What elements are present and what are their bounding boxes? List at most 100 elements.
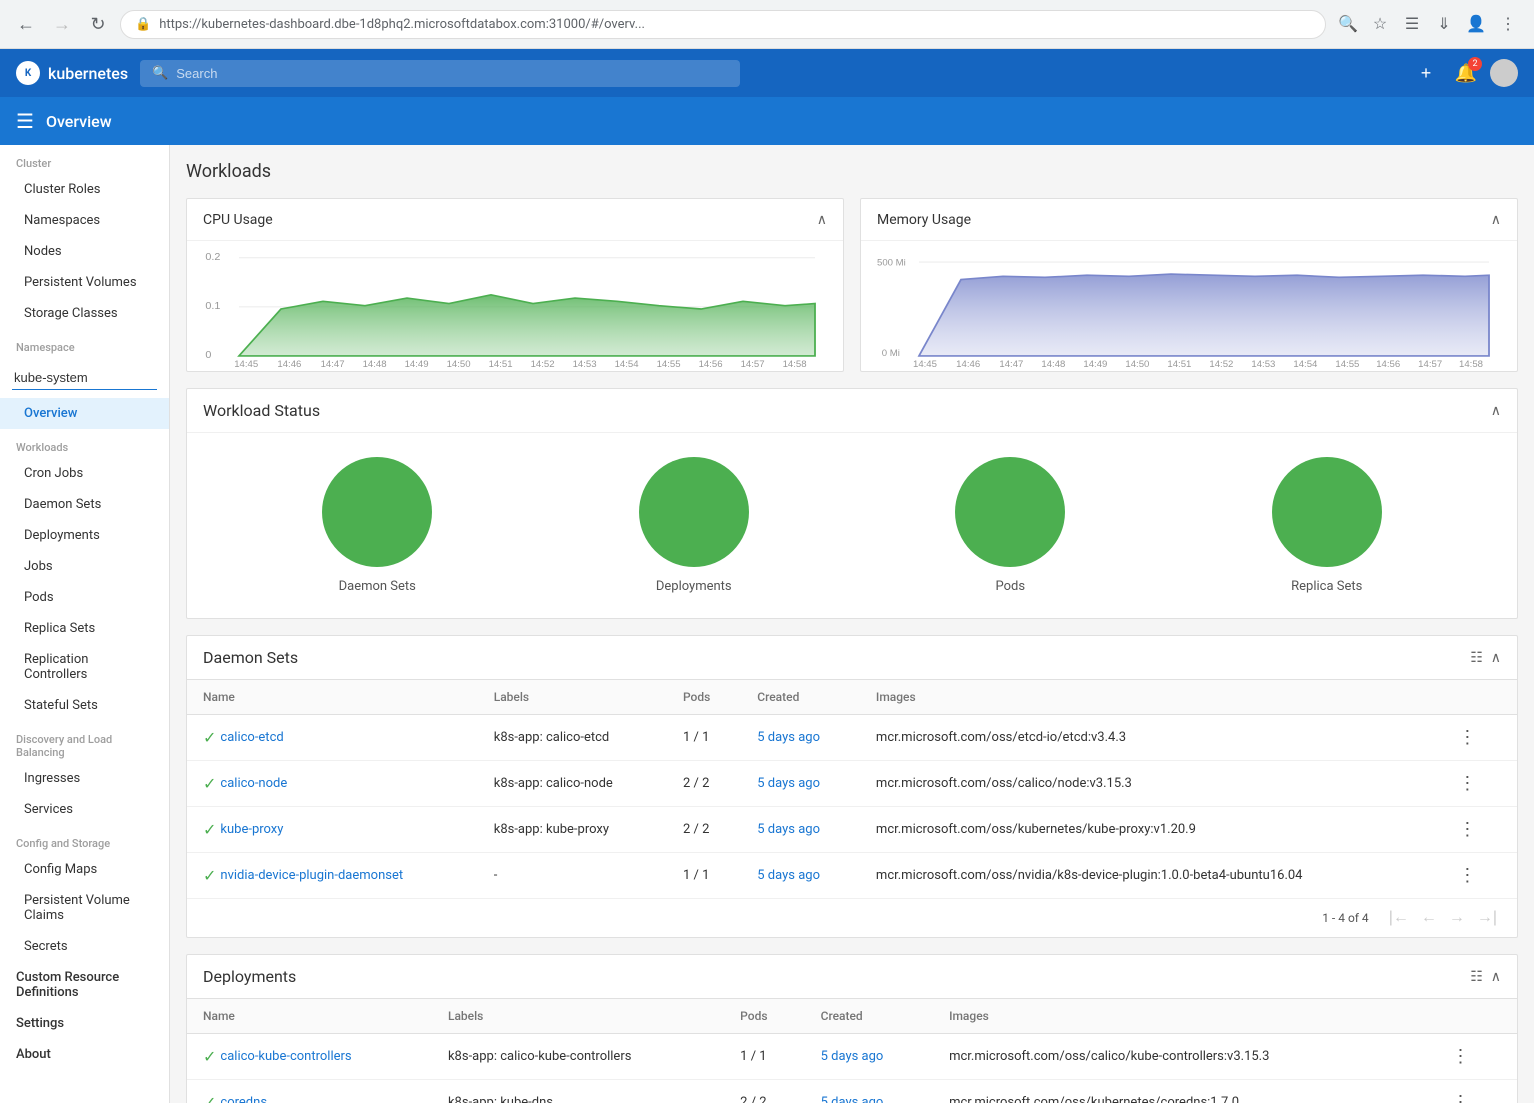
replica-sets-label: Replica Sets bbox=[1291, 579, 1362, 594]
col-actions bbox=[1434, 680, 1517, 715]
add-button[interactable]: + bbox=[1410, 57, 1442, 89]
cpu-chart-collapse-button[interactable]: ∧ bbox=[817, 211, 827, 228]
svg-text:14:49: 14:49 bbox=[405, 359, 429, 369]
daemon-set-link-calico-node[interactable]: calico-node bbox=[220, 776, 287, 791]
pods-label: Pods bbox=[995, 579, 1025, 594]
pagination-prev-button[interactable]: ← bbox=[1417, 907, 1441, 929]
sidebar-item-overview[interactable]: Overview bbox=[0, 398, 169, 429]
workload-status-collapse-button[interactable]: ∧ bbox=[1491, 402, 1501, 419]
more-menu-button[interactable]: ⋮ bbox=[1494, 10, 1522, 38]
pods-status: Pods bbox=[955, 457, 1065, 594]
created-link[interactable]: 5 days ago bbox=[757, 822, 820, 837]
dep-created-link[interactable]: 5 days ago bbox=[821, 1049, 884, 1064]
download-button[interactable]: ⇓ bbox=[1430, 10, 1458, 38]
browser-chrome: ← → ↻ 🔒 https://kubernetes-dashboard.dbe… bbox=[0, 0, 1534, 49]
reload-button[interactable]: ↻ bbox=[84, 10, 112, 38]
daemon-set-link-nvidia[interactable]: nvidia-device-plugin-daemonset bbox=[220, 868, 403, 883]
memory-chart-title: Memory Usage bbox=[877, 212, 971, 228]
hamburger-menu-icon[interactable]: ☰ bbox=[16, 109, 34, 133]
user-avatar[interactable] bbox=[1490, 59, 1518, 87]
sidebar-item-persistent-volumes[interactable]: Persistent Volumes bbox=[0, 267, 169, 298]
sidebar-item-replication-controllers[interactable]: Replication Controllers bbox=[0, 644, 169, 690]
back-button[interactable]: ← bbox=[12, 10, 40, 38]
col-created: Created bbox=[741, 680, 860, 715]
row-more-cell: ⋮ bbox=[1434, 715, 1517, 761]
sidebar-item-config-maps[interactable]: Config Maps bbox=[0, 854, 169, 885]
pagination-first-button[interactable]: |← bbox=[1385, 907, 1413, 929]
sidebar-item-deployments[interactable]: Deployments bbox=[0, 520, 169, 551]
sidebar-item-about[interactable]: About bbox=[0, 1039, 169, 1070]
sidebar-item-pods[interactable]: Pods bbox=[0, 582, 169, 613]
row-more-button[interactable]: ⋮ bbox=[1450, 817, 1484, 842]
daemon-sets-filter-button[interactable]: ☷ bbox=[1470, 649, 1483, 666]
notification-button[interactable]: 🔔 2 bbox=[1450, 57, 1482, 89]
status-ok-icon: ✓ bbox=[203, 820, 216, 839]
forward-button[interactable]: → bbox=[48, 10, 76, 38]
sidebar-item-daemon-sets[interactable]: Daemon Sets bbox=[0, 489, 169, 520]
sidebar-item-secrets[interactable]: Secrets bbox=[0, 931, 169, 962]
sidebar-item-replica-sets[interactable]: Replica Sets bbox=[0, 613, 169, 644]
page-header-bar: ☰ Overview bbox=[0, 97, 1534, 145]
row-more-button[interactable]: ⋮ bbox=[1450, 863, 1484, 888]
svg-text:14:53: 14:53 bbox=[573, 359, 597, 369]
sidebar-item-settings[interactable]: Settings bbox=[0, 1008, 169, 1039]
cpu-chart-header: CPU Usage ∧ bbox=[187, 199, 843, 241]
row-created-cell: 5 days ago bbox=[741, 715, 860, 761]
search-action-button[interactable]: 🔍 bbox=[1334, 10, 1362, 38]
deployments-collapse-button[interactable]: ∧ bbox=[1491, 968, 1501, 985]
sidebar-item-pvc[interactable]: Persistent Volume Claims bbox=[0, 885, 169, 931]
memory-chart-collapse-button[interactable]: ∧ bbox=[1491, 211, 1501, 228]
dep-col-labels: Labels bbox=[432, 999, 724, 1034]
row-name-container: ✓ calico-etcd bbox=[203, 728, 462, 747]
workload-status-card: Workload Status ∧ Daemon Sets Deployment… bbox=[186, 388, 1518, 619]
sidebar-item-cluster-roles[interactable]: Cluster Roles bbox=[0, 174, 169, 205]
status-ok-icon: ✓ bbox=[203, 728, 216, 747]
search-input[interactable] bbox=[176, 66, 728, 81]
sidebar-item-cron-jobs[interactable]: Cron Jobs bbox=[0, 458, 169, 489]
sidebar-item-crd[interactable]: Custom Resource Definitions bbox=[0, 962, 169, 1008]
profile-button[interactable]: 👤 bbox=[1462, 10, 1490, 38]
created-link[interactable]: 5 days ago bbox=[757, 730, 820, 745]
sidebar-item-ingresses[interactable]: Ingresses bbox=[0, 763, 169, 794]
dep-row-labels-cell: k8s-app: kube-dns bbox=[432, 1080, 724, 1103]
daemon-set-link-kube-proxy[interactable]: kube-proxy bbox=[220, 822, 283, 837]
sidebar-item-storage-classes[interactable]: Storage Classes bbox=[0, 298, 169, 329]
address-bar[interactable]: 🔒 https://kubernetes-dashboard.dbe-1d8ph… bbox=[120, 10, 1326, 39]
bookmark-star-button[interactable]: ☆ bbox=[1366, 10, 1394, 38]
row-more-button[interactable]: ⋮ bbox=[1450, 725, 1484, 750]
row-pods-cell: 1 / 1 bbox=[667, 853, 741, 899]
deployments-filter-button[interactable]: ☷ bbox=[1470, 968, 1483, 985]
cpu-chart-title: CPU Usage bbox=[203, 212, 273, 228]
app-logo: K kubernetes bbox=[16, 61, 128, 85]
svg-text:14:51: 14:51 bbox=[489, 359, 513, 369]
sidebar-item-services[interactable]: Services bbox=[0, 794, 169, 825]
namespace-dropdown[interactable]: kube-system bbox=[12, 366, 157, 390]
bookmark-list-button[interactable]: ☰ bbox=[1398, 10, 1426, 38]
sidebar-item-nodes[interactable]: Nodes bbox=[0, 236, 169, 267]
row-labels-cell: k8s-app: calico-node bbox=[478, 761, 667, 807]
row-name-container: ✓ calico-node bbox=[203, 774, 462, 793]
status-circles: Daemon Sets Deployments Pods Replica Set… bbox=[187, 433, 1517, 618]
pagination-next-button[interactable]: → bbox=[1445, 907, 1469, 929]
daemon-set-link-calico-etcd[interactable]: calico-etcd bbox=[220, 730, 283, 745]
daemon-sets-collapse-button[interactable]: ∧ bbox=[1491, 649, 1501, 666]
sidebar-item-jobs[interactable]: Jobs bbox=[0, 551, 169, 582]
lock-icon: 🔒 bbox=[135, 17, 151, 32]
sidebar-item-namespaces[interactable]: Namespaces bbox=[0, 205, 169, 236]
created-link[interactable]: 5 days ago bbox=[757, 776, 820, 791]
row-more-button[interactable]: ⋮ bbox=[1450, 771, 1484, 796]
sidebar-item-stateful-sets[interactable]: Stateful Sets bbox=[0, 690, 169, 721]
dep-link-calico-kube-controllers[interactable]: calico-kube-controllers bbox=[220, 1049, 351, 1064]
url-text: https://kubernetes-dashboard.dbe-1d8phq2… bbox=[159, 17, 645, 32]
search-bar[interactable]: 🔍 bbox=[140, 60, 740, 87]
row-images-cell: mcr.microsoft.com/oss/nvidia/k8s-device-… bbox=[860, 853, 1434, 899]
replica-sets-circle bbox=[1272, 457, 1382, 567]
workload-status-header: Workload Status ∧ bbox=[187, 389, 1517, 433]
memory-chart-header: Memory Usage ∧ bbox=[861, 199, 1517, 241]
created-link[interactable]: 5 days ago bbox=[757, 868, 820, 883]
namespace-select-container[interactable]: kube-system bbox=[12, 366, 157, 390]
dep-row-more-button[interactable]: ⋮ bbox=[1443, 1044, 1477, 1069]
dep-row-more-cell: ⋮ bbox=[1427, 1034, 1517, 1080]
pagination-last-button[interactable]: →| bbox=[1473, 907, 1501, 929]
dep-row-more-button[interactable]: ⋮ bbox=[1443, 1090, 1477, 1103]
